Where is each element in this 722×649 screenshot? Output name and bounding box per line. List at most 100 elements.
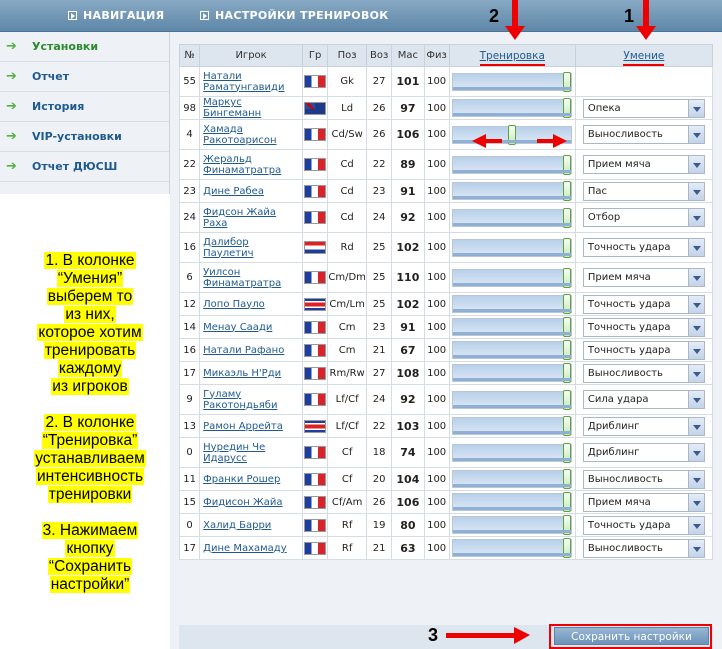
skill-select[interactable]: Дриблинг (582, 443, 705, 462)
training-slider[interactable] (452, 363, 573, 383)
skill-select[interactable]: Прием мяча (582, 492, 705, 512)
training-slider[interactable] (452, 237, 573, 258)
training-slider[interactable] (452, 71, 573, 92)
training-slider[interactable] (452, 181, 573, 201)
slider-handle[interactable] (563, 469, 572, 489)
chevron-down-icon[interactable] (687, 269, 704, 286)
chevron-down-icon[interactable] (687, 417, 704, 435)
training-slider[interactable] (452, 340, 573, 360)
slider-handle[interactable] (563, 207, 572, 228)
training-slider[interactable] (452, 469, 573, 489)
slider-handle[interactable] (563, 294, 572, 314)
slider-handle[interactable] (563, 538, 572, 558)
chevron-down-icon[interactable] (687, 364, 704, 382)
chevron-down-icon[interactable] (687, 156, 704, 173)
sidebar-item-0[interactable]: ➔ Установки (0, 32, 169, 62)
training-slider[interactable] (452, 492, 573, 512)
skill-select[interactable]: Точность удара (582, 238, 705, 257)
chevron-down-icon[interactable] (687, 239, 704, 256)
player-name-cell[interactable]: Рамон Аррейта (199, 414, 303, 438)
training-slider[interactable] (452, 442, 573, 463)
skill-select[interactable]: Точность удара (582, 317, 705, 337)
skill-select[interactable]: Прием мяча (582, 268, 705, 287)
training-slider[interactable] (452, 124, 573, 145)
player-name-cell[interactable]: Дине Рабеа (199, 179, 303, 203)
player-name-cell[interactable]: Хамада Ракотоарисон (199, 119, 303, 150)
player-name-cell[interactable]: Гуламу Ракотондьяби (199, 384, 303, 415)
player-name-cell[interactable]: Франки Рошер (199, 467, 303, 491)
training-slider[interactable] (452, 538, 573, 558)
skill-select[interactable]: Выносливость (582, 469, 705, 489)
slider-handle[interactable] (563, 267, 572, 288)
skill-select[interactable]: Пас (582, 181, 705, 201)
skill-select[interactable]: Отбор (582, 208, 705, 227)
slider-handle[interactable] (563, 442, 572, 463)
skill-select[interactable]: Точность удара (582, 515, 705, 535)
skill-select[interactable]: Дриблинг (582, 416, 705, 436)
training-slider[interactable] (452, 515, 573, 535)
slider-handle[interactable] (508, 124, 517, 145)
player-name-cell[interactable]: Фидсон Жайа Раха (199, 202, 303, 233)
skill-select[interactable]: Точность удара (582, 340, 705, 360)
skill-select[interactable]: Выносливость (582, 538, 705, 558)
slider-handle[interactable] (563, 515, 572, 535)
slider-handle[interactable] (563, 98, 572, 118)
training-slider[interactable] (452, 98, 573, 118)
slider-handle[interactable] (563, 340, 572, 360)
chevron-down-icon[interactable] (687, 209, 704, 226)
training-slider[interactable] (452, 154, 573, 175)
player-name-cell[interactable]: Маркус Бингеманн (199, 96, 303, 120)
player-name-cell[interactable]: Менау Саади (199, 315, 303, 339)
sidebar-item-3[interactable]: ➔ VIP-установки (0, 122, 169, 152)
player-name-cell[interactable]: Дине Махамаду (199, 536, 303, 560)
skill-select[interactable]: Выносливость (582, 363, 705, 383)
training-slider[interactable] (452, 207, 573, 228)
player-name-cell[interactable]: Уилсон Финаматратра (199, 262, 303, 293)
skill-select[interactable]: Опека (582, 98, 705, 118)
slider-handle[interactable] (563, 154, 572, 175)
chevron-down-icon[interactable] (687, 99, 704, 117)
chevron-down-icon[interactable] (687, 444, 704, 461)
training-slider[interactable] (452, 416, 573, 436)
sidebar-item-1[interactable]: ➔ Отчет (0, 62, 169, 92)
chevron-down-icon[interactable] (687, 318, 704, 336)
player-name-cell[interactable]: Микаэль Н'Рди (199, 361, 303, 385)
skill-select[interactable]: Выносливость (582, 125, 705, 144)
player-name-cell[interactable]: Халид Барри (199, 513, 303, 537)
chevron-down-icon[interactable] (687, 516, 704, 534)
slider-handle[interactable] (563, 237, 572, 258)
player-name-cell[interactable]: Натали Раматунгавиди (199, 66, 303, 97)
skill-select[interactable]: Прием мяча (582, 155, 705, 174)
player-name-cell[interactable]: Нурeдин Че Идарусс (199, 437, 303, 468)
chevron-down-icon[interactable] (687, 341, 704, 359)
training-slider[interactable] (452, 317, 573, 337)
chevron-down-icon[interactable] (687, 126, 704, 143)
column-header[interactable]: Тренировка (448, 44, 576, 67)
slider-handle[interactable] (563, 492, 572, 512)
sidebar-item-2[interactable]: ➔ История (0, 92, 169, 122)
player-name-cell[interactable]: Далибор Паулетич (199, 232, 303, 263)
slider-handle[interactable] (563, 317, 572, 337)
skill-select[interactable]: Сила удара (582, 390, 705, 409)
chevron-down-icon[interactable] (687, 539, 704, 557)
training-slider[interactable] (452, 389, 573, 410)
slider-handle[interactable] (563, 416, 572, 436)
slider-handle[interactable] (563, 363, 572, 383)
player-name-cell[interactable]: Натали Рафано (199, 338, 303, 362)
chevron-down-icon[interactable] (687, 470, 704, 488)
column-header[interactable]: Умение (574, 44, 714, 67)
chevron-down-icon[interactable] (687, 182, 704, 200)
player-name-cell[interactable]: Жеральд Финаматратра (199, 149, 303, 180)
training-slider[interactable] (452, 294, 573, 314)
skill-select[interactable]: Точность удара (582, 294, 705, 314)
chevron-down-icon[interactable] (687, 493, 704, 511)
chevron-down-icon[interactable] (687, 391, 704, 408)
sidebar-item-4[interactable]: ➔ Отчет ДЮСШ (0, 152, 169, 182)
slider-handle[interactable] (563, 71, 572, 92)
slider-handle[interactable] (563, 181, 572, 201)
player-name-cell[interactable]: Фидисон Жайа (199, 490, 303, 514)
player-name-cell[interactable]: Лопо Пауло (199, 292, 303, 316)
chevron-down-icon[interactable] (687, 295, 704, 313)
slider-handle[interactable] (563, 389, 572, 410)
training-slider[interactable] (452, 267, 573, 288)
